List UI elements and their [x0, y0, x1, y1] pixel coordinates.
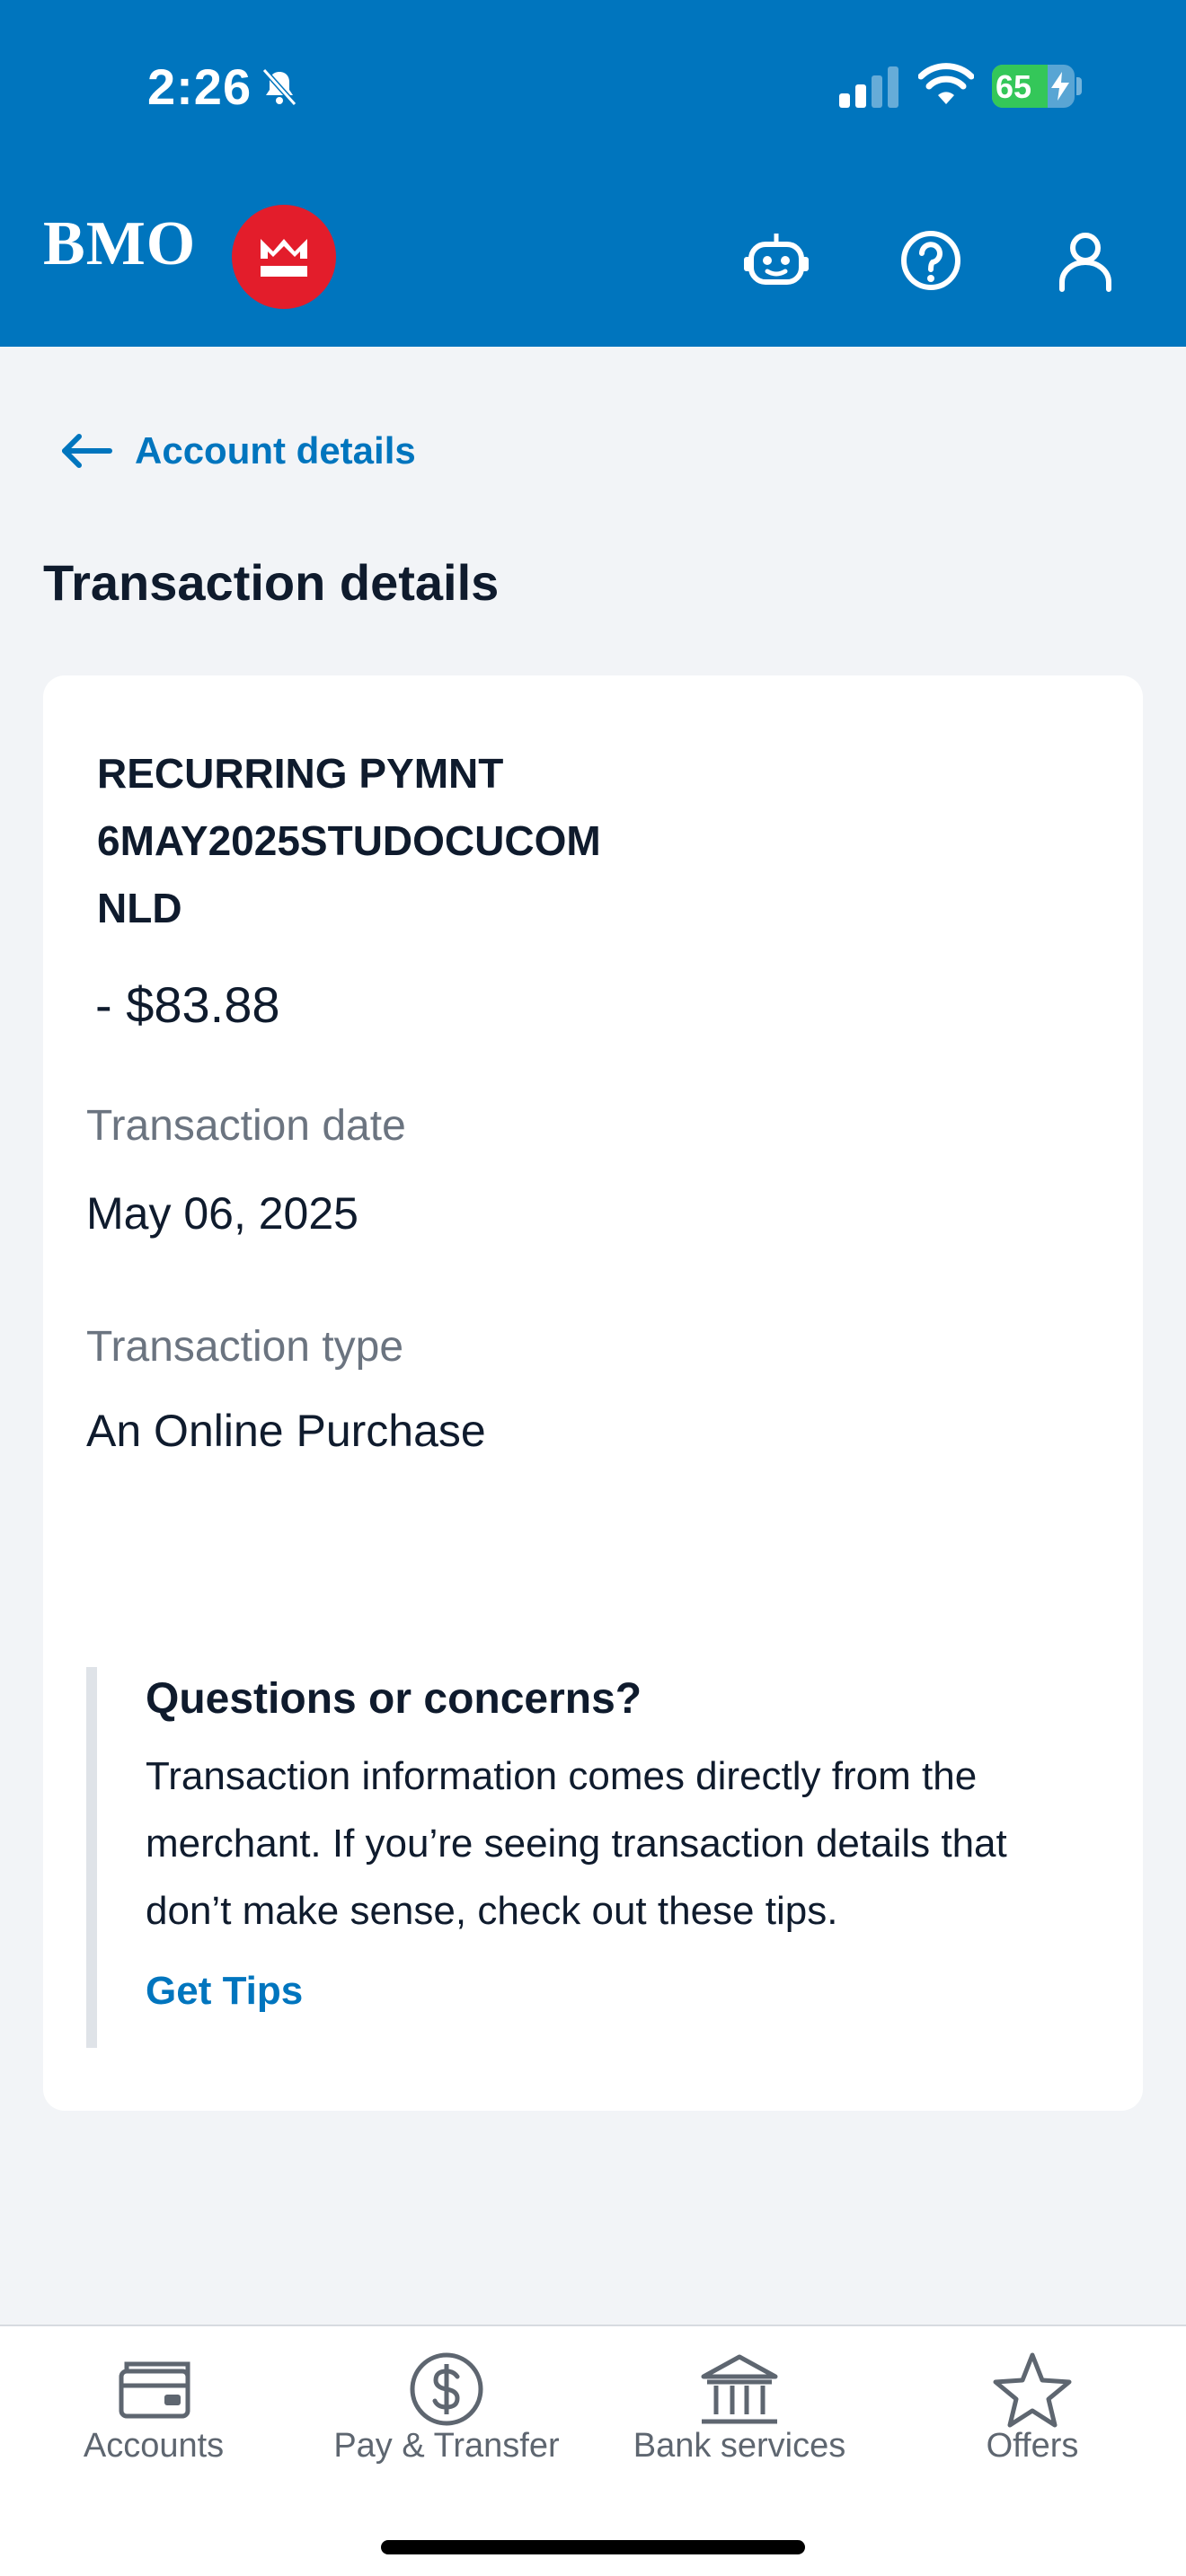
tab-pay-transfer-label: Pay & Transfer [333, 2427, 560, 2465]
battery-level: 65 [996, 68, 1032, 105]
bmo-roundel-logo [232, 205, 336, 309]
questions-notice: Questions or concerns? Transaction infor… [86, 1667, 1093, 2048]
tab-bank-services-label: Bank services [633, 2427, 846, 2465]
transaction-card: RECURRING PYMNT 6MAY2025STUDOCUCOM NLD -… [43, 675, 1143, 2111]
bell-muted-icon [261, 67, 297, 107]
back-arrow-icon [62, 434, 112, 468]
get-tips-link[interactable]: Get Tips [146, 1969, 303, 2014]
wifi-icon [918, 63, 974, 104]
merchant-description: RECURRING PYMNT 6MAY2025STUDOCUCOM NLD [97, 750, 601, 931]
tab-offers-label: Offers [986, 2427, 1079, 2465]
battery-indicator: 65 [992, 65, 1075, 108]
transaction-amount: - $83.88 [95, 976, 280, 1033]
tab-offers[interactable]: Offers [884, 2326, 1181, 2506]
tab-accounts-label: Accounts [83, 2427, 225, 2465]
dollar-icon [410, 2352, 483, 2426]
back-link-label: Account details [135, 429, 416, 472]
transaction-date-label: Transaction date [86, 1102, 406, 1150]
back-to-account-details-link[interactable]: Account details [59, 422, 416, 480]
accounts-icon [119, 2361, 190, 2419]
transaction-type-label: Transaction type [86, 1323, 404, 1371]
status-time: 2:26 [147, 58, 252, 115]
profile-icon[interactable] [1048, 223, 1123, 298]
charging-bolt-icon [1051, 72, 1069, 101]
star-icon [993, 2352, 1072, 2428]
bank-icon [701, 2354, 778, 2424]
tab-pay-transfer[interactable]: Pay & Transfer [298, 2326, 595, 2506]
tab-accounts[interactable]: Accounts [5, 2326, 302, 2506]
notice-body: Transaction information comes directly f… [146, 1754, 1007, 1933]
bottom-tab-bar: Accounts Pay & Transfer Bank services Of… [0, 2325, 1186, 2576]
help-icon[interactable] [893, 223, 969, 298]
notice-title: Questions or concerns? [146, 1675, 642, 1723]
home-indicator[interactable] [381, 2540, 805, 2554]
transaction-type-value: An Online Purchase [86, 1406, 486, 1456]
chatbot-icon[interactable] [739, 223, 814, 298]
bmo-logo-text: BMO [43, 209, 197, 278]
top-header: 2:26 65 BMO [0, 0, 1186, 347]
page-title: Transaction details [43, 554, 500, 611]
signal-icon [839, 66, 898, 108]
tab-bank-services[interactable]: Bank services [591, 2326, 888, 2506]
transaction-date-value: May 06, 2025 [86, 1188, 358, 1239]
